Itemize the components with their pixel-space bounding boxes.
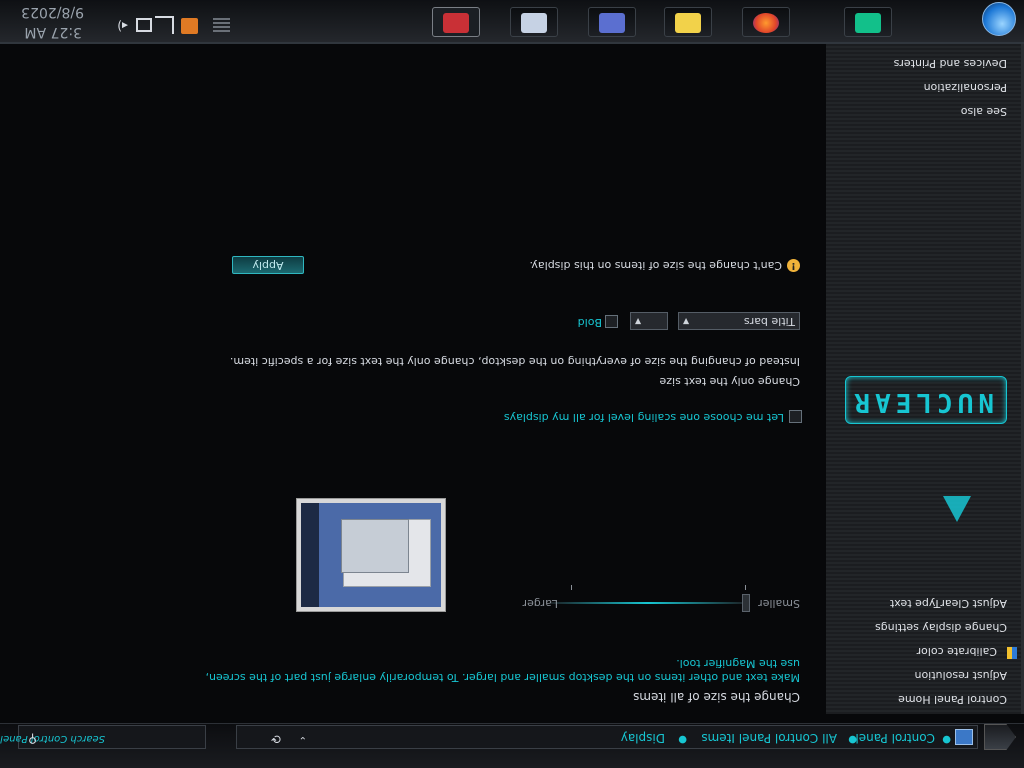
firefox-icon — [753, 13, 779, 33]
scale-slider[interactable] — [550, 602, 746, 604]
mail-icon — [599, 13, 625, 33]
taskbar-notes[interactable] — [664, 7, 712, 37]
nav-back-icon[interactable] — [984, 724, 1016, 750]
address-bar-area: ● Control Panel ● All Control Panel Item… — [0, 723, 1024, 768]
taskbar: ◂) 3:27 AM 9/8/2023 — [0, 0, 1024, 44]
address-bar[interactable]: ● Control Panel ● All Control Panel Item… — [236, 725, 978, 749]
slider-tick — [745, 585, 746, 590]
text-size-description: Instead of changing the size of everythi… — [229, 355, 800, 368]
breadcrumb-all-items[interactable]: All Control Panel Items — [701, 731, 837, 745]
search-input[interactable]: Search Control Panel — [0, 733, 105, 744]
slider-larger-label: Larger — [522, 597, 558, 610]
text-size-heading: Change only the text size — [659, 375, 800, 388]
control-panel-icon — [955, 729, 973, 745]
breadcrumb-control-panel[interactable]: Control Panel — [855, 731, 935, 745]
preview-window — [341, 519, 409, 573]
search-icon: ⚲ — [28, 732, 37, 746]
breadcrumb-sep-icon: ● — [942, 734, 951, 745]
apply-button[interactable]: Apply — [232, 256, 304, 274]
main-content: Change the size of all items Make text a… — [0, 44, 826, 714]
taskbar-firefox[interactable] — [742, 7, 790, 37]
preview-taskbar — [301, 503, 319, 607]
sidebar-logo: NUCLEAR — [845, 376, 1007, 424]
chevron-down-icon: ▼ — [635, 317, 642, 326]
see-also-header: See also — [960, 105, 1007, 118]
warning-text: Can't change the size of items on this d… — [529, 259, 782, 272]
sidebar-item-adjust-resolution[interactable]: Adjust resolution — [915, 669, 1008, 682]
network-icon[interactable] — [155, 16, 174, 34]
battery-icon[interactable] — [136, 18, 152, 32]
sidebar-item-devices-printers[interactable]: Devices and Printers — [894, 57, 1007, 70]
size-select[interactable]: ▼ — [630, 312, 668, 330]
page-title: Change the size of all items — [633, 690, 800, 704]
chart-icon — [521, 13, 547, 33]
item-select-value: Title bars — [743, 315, 795, 328]
chevron-down-icon: ▼ — [683, 317, 690, 326]
chevron-down-icon[interactable]: ⌄ — [299, 734, 307, 745]
clock-time[interactable]: 3:27 AM — [24, 24, 82, 40]
taskbar-control-panel[interactable] — [432, 7, 480, 37]
search-box[interactable]: Search Control Panel ⚲ — [0, 725, 206, 749]
bold-label[interactable]: Bold — [578, 316, 602, 329]
menu-icon[interactable] — [213, 18, 230, 34]
scaling-checkbox[interactable] — [789, 410, 802, 423]
breadcrumb-display[interactable]: Display — [621, 731, 665, 745]
sidebar-item-adjust-cleartype[interactable]: Adjust ClearType text — [890, 597, 1007, 610]
terminal-icon — [855, 13, 881, 33]
bold-checkbox[interactable] — [605, 315, 618, 328]
breadcrumb-sep-icon: ● — [848, 734, 857, 745]
taskbar-terminal[interactable] — [844, 7, 892, 37]
slider-smaller-label: Smaller — [758, 597, 800, 610]
sidebar: Control Panel Home Adjust resolution Cal… — [823, 44, 1024, 714]
scaling-checkbox-label[interactable]: Let me choose one scaling level for all … — [504, 411, 784, 424]
refresh-icon[interactable]: ⟳ — [271, 732, 281, 746]
shield-icon — [1007, 647, 1017, 659]
description-line-2: use the Magnifier tool. — [676, 657, 800, 670]
slider-thumb[interactable] — [742, 594, 750, 612]
item-select[interactable]: Title bars ▼ — [678, 312, 800, 330]
sidebar-item-change-display-settings[interactable]: Change display settings — [875, 621, 1007, 634]
sidebar-item-control-panel-home[interactable]: Control Panel Home — [898, 693, 1007, 706]
clock-date[interactable]: 9/8/2023 — [21, 4, 84, 20]
volume-icon[interactable]: ◂) — [111, 18, 128, 34]
description-line-1: Make text and other items on the desktop… — [205, 671, 800, 684]
warning-icon: ! — [787, 259, 800, 272]
logo-text: NUCLEAR — [849, 387, 994, 417]
display-settings-icon — [443, 13, 469, 33]
notes-icon — [675, 13, 701, 33]
screen: ● Control Panel ● All Control Panel Item… — [0, 0, 1024, 768]
slider-tick — [571, 585, 572, 590]
taskbar-chart[interactable] — [510, 7, 558, 37]
nuclear-emblem-icon — [943, 496, 971, 522]
sidebar-item-personalization[interactable]: Personalization — [924, 81, 1007, 94]
firewall-icon — [181, 18, 198, 34]
taskbar-mail[interactable] — [588, 7, 636, 37]
breadcrumb-sep-icon: ● — [678, 734, 687, 745]
sidebar-item-calibrate-color[interactable]: Calibrate color — [917, 645, 997, 658]
display-preview-image — [296, 498, 446, 612]
start-button[interactable] — [982, 2, 1016, 36]
